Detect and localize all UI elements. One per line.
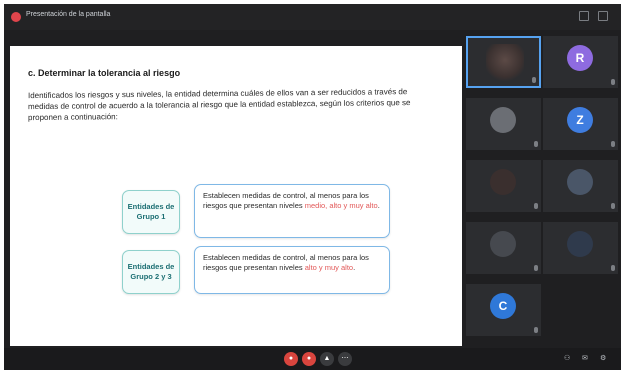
- camera-off-icon[interactable]: ●: [302, 352, 316, 366]
- avatar: [567, 231, 593, 257]
- participants-icon[interactable]: ⚇: [564, 354, 570, 362]
- participant-tile[interactable]: [543, 222, 618, 274]
- mic-icon: [611, 79, 615, 85]
- more-options-icon[interactable]: ⋯: [338, 352, 352, 366]
- mic-icon: [534, 141, 538, 147]
- slide-body: Identificados los riesgos y sus niveles,…: [28, 87, 411, 123]
- meeting-controls-bar: ● ● ▲ ⋯ ⚇ ✉ ⚙: [4, 348, 621, 370]
- avatar: [490, 169, 516, 195]
- minimize-icon[interactable]: [579, 11, 589, 21]
- participant-tile[interactable]: R: [543, 36, 618, 88]
- avatar: [490, 231, 516, 257]
- mic-icon: [534, 265, 538, 271]
- recording-icon: [11, 12, 21, 22]
- group1-suffix: .: [377, 201, 380, 210]
- mic-icon: [534, 327, 538, 333]
- group23-label: Entidades de Grupo 2 y 3: [127, 262, 175, 281]
- participant-tile[interactable]: [466, 160, 541, 212]
- chat-icon[interactable]: ✉: [582, 354, 588, 362]
- mic-icon: [611, 141, 615, 147]
- participant-tile[interactable]: [466, 36, 541, 88]
- avatar: [490, 107, 516, 133]
- participant-video: [486, 44, 524, 84]
- title-bar: Presentación de la pantalla: [4, 4, 621, 30]
- avatar: C: [490, 293, 516, 319]
- group23-criteria-card: Establecen medidas de control, al menos …: [194, 246, 390, 294]
- avatar: Z: [567, 107, 593, 133]
- participant-tile[interactable]: Z: [543, 98, 618, 150]
- participant-tile[interactable]: C: [466, 284, 541, 336]
- group23-label-card: Entidades de Grupo 2 y 3: [122, 250, 180, 294]
- meeting-window: Presentación de la pantalla c. Determina…: [4, 4, 621, 370]
- group1-criteria-card: Establecen medidas de control, al menos …: [194, 184, 390, 238]
- window-title: Presentación de la pantalla: [26, 11, 111, 18]
- group1-levels: medio, alto y muy alto: [304, 201, 378, 210]
- mic-off-icon[interactable]: ●: [284, 352, 298, 366]
- avatar: [567, 169, 593, 195]
- participant-tile[interactable]: [466, 98, 541, 150]
- mic-icon: [611, 265, 615, 271]
- share-screen-icon[interactable]: ▲: [320, 352, 334, 366]
- settings-icon[interactable]: ⚙: [600, 354, 606, 362]
- group1-label: Entidades de Grupo 1: [127, 202, 175, 221]
- group23-levels: alto y muy alto: [304, 263, 354, 272]
- slide-heading: c. Determinar la tolerancia al riesgo: [28, 68, 181, 78]
- mic-icon: [611, 203, 615, 209]
- participant-tile[interactable]: [543, 160, 618, 212]
- avatar: R: [567, 45, 593, 71]
- mic-icon: [534, 203, 538, 209]
- maximize-icon[interactable]: [598, 11, 608, 21]
- group1-label-card: Entidades de Grupo 1: [122, 190, 180, 234]
- group23-suffix: .: [353, 263, 356, 272]
- mic-icon: [532, 77, 536, 83]
- participant-tile[interactable]: [466, 222, 541, 274]
